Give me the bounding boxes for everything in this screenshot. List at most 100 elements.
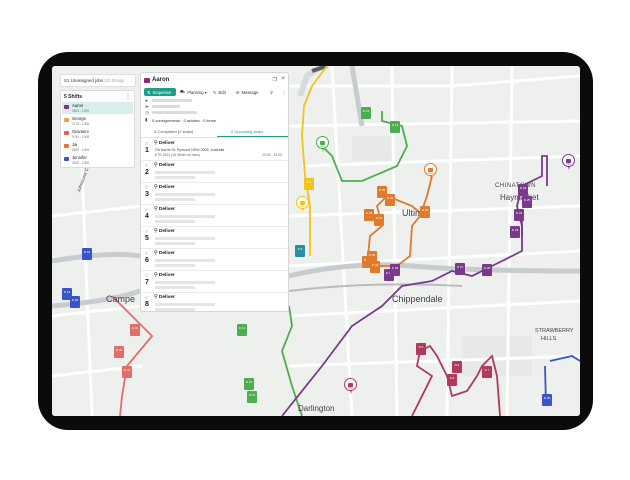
- location-pin-icon: ●: [145, 98, 148, 103]
- route-stop-marker[interactable]: D 12: [361, 107, 371, 119]
- pin-tail: [567, 166, 570, 170]
- stop-action-label: Deliver: [158, 273, 175, 278]
- stop-action: ⚲ Deliver: [154, 295, 175, 300]
- stop-action: ⚲ Deliver: [154, 141, 175, 146]
- stop-action: ⚲ Deliver: [154, 163, 175, 168]
- route-stop-marker[interactable]: D 13: [390, 121, 400, 133]
- shift-row-aaron[interactable]: Aaron 0815 - 1009: [62, 102, 133, 114]
- depot-marker[interactable]: GEO: [296, 196, 309, 212]
- route-stop-marker[interactable]: D 27: [455, 263, 465, 275]
- stop-action-label: Deliver: [158, 163, 175, 168]
- marker-label: D 13: [391, 123, 399, 127]
- marker-label: D 18: [83, 250, 91, 254]
- route-stop-marker[interactable]: D 41: [122, 366, 132, 378]
- drag-handle-icon[interactable]: ⠿: [145, 207, 148, 212]
- active-tab-indicator: [217, 136, 288, 137]
- close-icon[interactable]: ×: [281, 76, 285, 82]
- shift-row-george[interactable]: George 0715 - 1008: [62, 115, 133, 127]
- route-stop-marker[interactable]: D 42: [420, 206, 430, 218]
- shift-row-giovanni[interactable]: Giovanni 0740 - 1008: [62, 128, 133, 140]
- stop-item[interactable]: ⠿ 2 ⚲ Deliver: [141, 161, 288, 183]
- shift-row-jai[interactable]: Jai 0830 - 1009: [62, 141, 133, 153]
- drag-handle-icon[interactable]: ⠿: [145, 229, 148, 234]
- stop-item[interactable]: ⠿ 8 ⚲ Deliver: [141, 293, 288, 311]
- app-screen: Ultimo CHINATOWN Haymarket Chippendale C…: [52, 66, 580, 416]
- depot-marker[interactable]: STO: [344, 378, 357, 394]
- map-label-strawberry: STRAWBERRY: [535, 328, 574, 334]
- marker-label: D 42: [131, 326, 139, 330]
- stop-item[interactable]: ⠿ 4 ⚲ Deliver: [141, 205, 288, 227]
- route-stop-marker[interactable]: D 15: [244, 378, 254, 390]
- marker-label: D 7: [484, 368, 490, 372]
- route-stop-marker[interactable]: D 7: [482, 366, 492, 378]
- route-stop-marker[interactable]: D 36: [542, 394, 552, 406]
- depot-marker[interactable]: GEO: [316, 136, 329, 152]
- stop-address: Oh Harris St, Pyrmont NSW 2009, Australi…: [155, 148, 225, 152]
- route-stop-marker[interactable]: D 1: [304, 178, 314, 190]
- route-stop-marker[interactable]: D 39: [385, 194, 395, 206]
- route-stop-marker[interactable]: D 25: [522, 196, 532, 208]
- stop-number: 8: [145, 301, 149, 308]
- chevron-down-icon: ▾: [204, 89, 207, 95]
- stop-action-label: Deliver: [158, 185, 175, 190]
- stop-item[interactable]: ⠿ 5 ⚲ Deliver: [141, 227, 288, 249]
- truck-icon: [320, 140, 325, 145]
- route-stop-marker[interactable]: D 14: [237, 324, 247, 336]
- shift-row-jennifer[interactable]: Jennifer 0915 - 1008: [62, 154, 133, 166]
- marker-label: D 42: [421, 208, 429, 212]
- route-stop-marker[interactable]: D 40: [114, 346, 124, 358]
- drag-handle-icon[interactable]: ⠿: [145, 295, 148, 300]
- route-stop-marker[interactable]: D 29: [390, 264, 400, 276]
- copy-icon[interactable]: ❐: [273, 77, 277, 83]
- truck-icon: [428, 167, 433, 172]
- marker-label: D 40: [115, 348, 123, 352]
- depot-marker[interactable]: STO: [562, 154, 575, 170]
- route-stop-marker[interactable]: D 18: [82, 248, 92, 260]
- stop-item[interactable]: ⠿ 7 ⚲ Deliver: [141, 271, 288, 293]
- route-stop-marker[interactable]: D 8: [447, 374, 457, 386]
- message-button[interactable]: ✉ Message: [236, 88, 259, 96]
- route-stop-marker[interactable]: D 40: [364, 209, 374, 221]
- window-placeholder: [155, 264, 195, 267]
- depot-label: STO: [347, 387, 354, 390]
- edit-button[interactable]: ✎ Edit: [213, 88, 226, 96]
- drag-handle-icon[interactable]: ⠿: [145, 185, 148, 190]
- depot-marker[interactable]: GEO: [424, 163, 437, 179]
- route-stop-marker[interactable]: D 41: [374, 214, 384, 226]
- stop-item[interactable]: ⠿ 3 ⚲ Deliver: [141, 183, 288, 205]
- shift-name: George: [72, 116, 86, 121]
- drag-handle-icon[interactable]: ⠿: [145, 141, 148, 146]
- drag-handle-icon[interactable]: ⠿: [145, 251, 148, 256]
- drag-handle-icon[interactable]: ⠿: [145, 273, 148, 278]
- route-stop-marker[interactable]: D 5: [416, 343, 426, 355]
- route-stop-marker[interactable]: D 45: [367, 251, 377, 263]
- route-stop-marker[interactable]: D 42: [130, 324, 140, 336]
- route-stop-marker[interactable]: D 16: [247, 391, 257, 403]
- marker-label: D 26: [483, 266, 491, 270]
- route-stop-marker[interactable]: D 6: [452, 361, 462, 373]
- sequence-button[interactable]: ⇅ Sequence: [144, 88, 176, 96]
- stop-item[interactable]: ⠿ 1 ⚲ Deliver Oh Harris St, Pyrmont NSW 200…: [141, 139, 288, 161]
- planning-button[interactable]: ⛟ Planning ▾: [180, 88, 207, 96]
- marker-label: D 40: [365, 211, 373, 215]
- search-icon[interactable]: ⚲: [270, 88, 273, 96]
- route-stop-marker[interactable]: D 22: [518, 184, 528, 196]
- truck-icon: [300, 200, 305, 205]
- shift-time: 0715 - 1008: [72, 121, 90, 126]
- route-stop-marker[interactable]: D 6: [295, 245, 305, 257]
- unassigned-filter[interactable]: S1 Unassigned jobs 1/2 Group: [60, 74, 136, 87]
- more-options-icon[interactable]: ⋮: [125, 93, 131, 100]
- marker-label: D 41: [375, 216, 383, 220]
- route-stop-marker[interactable]: D 23: [514, 209, 524, 221]
- tab-completed[interactable]: 0 Completed (0 stops): [154, 129, 193, 134]
- route-stop-marker[interactable]: D 26: [482, 264, 492, 276]
- more-options-icon[interactable]: ⋮: [282, 88, 286, 96]
- route-stop-marker[interactable]: D 24: [510, 226, 520, 238]
- drag-handle-icon[interactable]: ⠿: [145, 163, 148, 168]
- window-placeholder: [155, 242, 195, 245]
- edit-label: Edit: [218, 89, 226, 95]
- stop-action-label: Deliver: [158, 295, 175, 300]
- tab-upcoming[interactable]: 0 Upcoming stops: [231, 129, 263, 134]
- route-stop-marker[interactable]: D 20: [70, 296, 80, 308]
- stop-item[interactable]: ⠿ 6 ⚲ Deliver: [141, 249, 288, 271]
